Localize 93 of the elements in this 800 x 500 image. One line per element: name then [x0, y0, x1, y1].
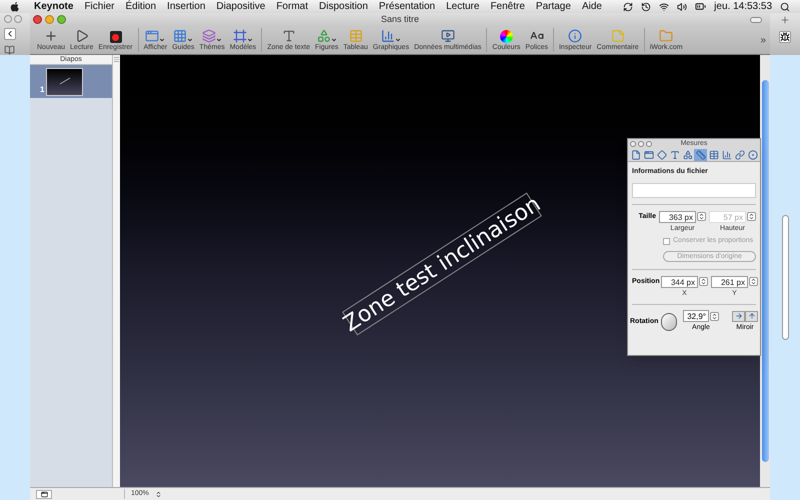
book-icon: [4, 44, 15, 55]
clock-history-icon: [641, 2, 652, 12]
caret-icon: [394, 37, 401, 43]
battery-icon: [695, 1, 706, 12]
arrow-right-icon: [734, 312, 742, 320]
link-icon: [734, 150, 744, 160]
inspector-tab[interactable]: [642, 149, 655, 161]
info-icon: [568, 29, 582, 43]
flip-vertical-button[interactable]: [745, 310, 758, 322]
zoom-button[interactable]: [57, 15, 66, 24]
target-icon: [748, 150, 758, 160]
caret-icon: [216, 37, 222, 43]
grid-icon: [173, 29, 188, 43]
menu-clock: jeu. 14:53:53: [714, 0, 772, 14]
play-icon: [74, 29, 89, 43]
text-icon: [670, 150, 680, 160]
new-tab-button[interactable]: [780, 15, 790, 25]
sync-icon: [623, 2, 634, 12]
number-field[interactable]: 344 px: [661, 276, 698, 288]
inspector-tab[interactable]: [694, 149, 707, 161]
folder-icon: [659, 29, 674, 43]
slide-number: 1: [40, 84, 44, 96]
apple-icon: [10, 1, 20, 12]
toolbar-toggle-button[interactable]: [750, 16, 762, 22]
menu-item[interactable]: Édition: [125, 0, 156, 14]
wifi-icon: [659, 2, 670, 12]
stepper-icon: [747, 212, 756, 221]
angle-field[interactable]: 32,9°: [683, 310, 709, 322]
window-title: Sans titre: [380, 12, 420, 26]
caret-icon: [187, 37, 194, 43]
caret-icon: [246, 37, 253, 43]
menu-item[interactable]: Fichier: [84, 0, 114, 14]
bug-button[interactable]: [779, 31, 791, 43]
caret-icon: [159, 37, 166, 43]
scrollbar-thumb[interactable]: [782, 215, 788, 340]
number-field[interactable]: 363 px: [659, 210, 696, 222]
file-info-field[interactable]: [632, 182, 756, 198]
view-icon: [40, 490, 48, 498]
minimize-button[interactable]: [45, 15, 54, 24]
stepper-icon: [154, 490, 162, 498]
document-icon: [630, 150, 640, 160]
view-button[interactable]: [36, 490, 52, 498]
back-button[interactable]: [4, 28, 16, 40]
inspector-tab[interactable]: [681, 149, 694, 161]
inspector-tab[interactable]: [655, 149, 668, 161]
bar-chart-icon: [380, 29, 395, 43]
menu-item[interactable]: Disposition: [319, 0, 368, 14]
inspector-tab[interactable]: [720, 149, 733, 161]
window-icon: [145, 29, 160, 43]
stepper-icon: [710, 312, 719, 320]
note-icon: [610, 29, 625, 43]
record-icon: [110, 31, 122, 43]
volume-icon: [677, 2, 688, 12]
number-field[interactable]: 261 px: [711, 276, 748, 288]
shapes-icon: [682, 150, 692, 160]
menu-item[interactable]: Lecture: [446, 0, 480, 14]
table-icon: [708, 150, 718, 160]
frame-icon: [232, 29, 247, 43]
stepper-icon: [697, 212, 706, 221]
text-icon: [282, 29, 296, 43]
stepper-icon: [699, 277, 708, 286]
inspector-tab[interactable]: [733, 149, 746, 161]
rotation-dial[interactable]: [661, 312, 677, 331]
bar-chart-icon: [722, 150, 732, 160]
stepper-icon: [749, 277, 758, 286]
menu-item[interactable]: Keynote: [34, 0, 74, 14]
caret-icon: [330, 37, 337, 43]
flip-horizontal-button[interactable]: [732, 310, 745, 322]
menu-item[interactable]: Insertion: [167, 0, 206, 14]
inspector-tab[interactable]: [746, 149, 759, 161]
layers-icon: [202, 29, 216, 43]
plus-icon: [44, 29, 58, 43]
menu-item[interactable]: Partage: [536, 0, 571, 14]
color-wheel-icon: [500, 30, 513, 43]
menu-item[interactable]: Aide: [582, 0, 602, 14]
table-icon: [348, 29, 363, 43]
ruler-icon: [696, 150, 706, 160]
arrow-up-icon: [748, 312, 756, 320]
scrollbar-thumb[interactable]: [762, 80, 768, 462]
inspector-tab[interactable]: [707, 149, 720, 161]
overflow-button[interactable]: »: [760, 32, 766, 48]
slide-icon: [644, 150, 654, 160]
shapes-icon: [316, 29, 331, 43]
menu-item[interactable]: Format: [276, 0, 308, 14]
resize-handle-icon: [113, 56, 120, 63]
diamond-icon: [656, 150, 666, 160]
slide-thumbnail: [46, 68, 84, 96]
menu-item[interactable]: Fenêtre: [490, 0, 525, 14]
menu-item[interactable]: Diapositive: [216, 0, 266, 14]
close-button[interactable]: [33, 15, 42, 24]
monitor-icon: [440, 29, 455, 43]
search-icon[interactable]: [780, 2, 790, 12]
menu-item[interactable]: Présentation: [378, 0, 436, 14]
